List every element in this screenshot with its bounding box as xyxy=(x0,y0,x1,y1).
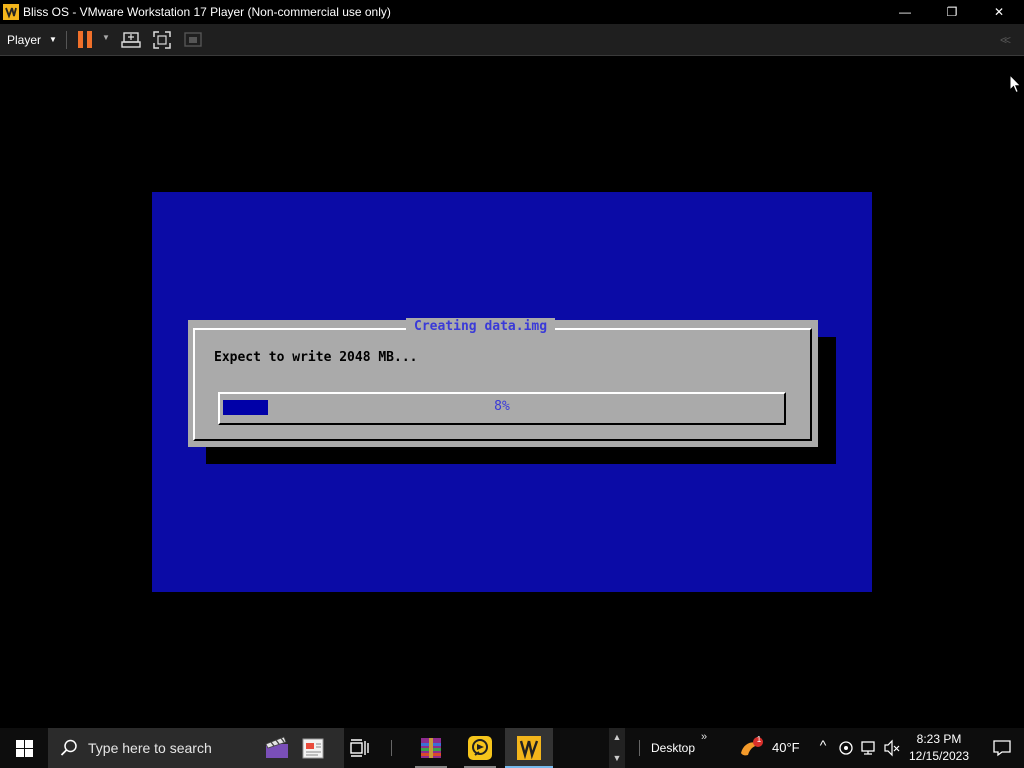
search-icon xyxy=(60,739,77,756)
progress-bar: 8% xyxy=(218,392,786,425)
player-menu-button[interactable]: Player ▼ xyxy=(0,24,62,55)
taskbar-divider xyxy=(391,740,392,756)
winrar-icon xyxy=(421,738,441,758)
close-icon: ✕ xyxy=(993,5,1005,19)
search-highlight-document-icon xyxy=(302,738,324,759)
taskbar-app-winrar[interactable] xyxy=(407,728,455,768)
camera-icon[interactable] xyxy=(838,739,854,757)
yellow-app-icon xyxy=(468,736,492,760)
minimize-icon: — xyxy=(899,5,911,19)
toolbar-divider xyxy=(66,31,67,49)
close-button[interactable]: ✕ xyxy=(976,0,1022,24)
search-highlight-clapper-icon xyxy=(265,736,288,758)
network-icon[interactable] xyxy=(861,739,877,757)
restore-icon: ❐ xyxy=(946,5,958,19)
unity-mode-icon[interactable] xyxy=(183,30,203,50)
minimize-button[interactable]: — xyxy=(882,0,928,24)
chevron-down-icon: ▼ xyxy=(49,35,57,44)
windows-taskbar: Type here to search ▲ ▼ Desktop » 1 40°F… xyxy=(0,728,1024,768)
pause-icon-bar-left xyxy=(78,31,83,48)
vmware-app-icon xyxy=(3,4,19,20)
vm-display-area[interactable]: Creating data.img Expect to write 2048 M… xyxy=(0,56,1024,728)
power-options-dropdown[interactable]: ▼ xyxy=(102,33,110,42)
clock-time: 8:23 PM xyxy=(916,732,962,746)
system-clock[interactable]: 8:23 PM 12/15/2023 xyxy=(902,731,976,765)
clock-date: 12/15/2023 xyxy=(908,749,970,763)
mouse-pointer-icon xyxy=(1009,74,1021,94)
collapse-toolbar-icon[interactable]: << xyxy=(1000,33,1011,47)
task-view-icon xyxy=(350,739,369,757)
vmware-player-icon xyxy=(517,736,541,760)
restore-button[interactable]: ❐ xyxy=(929,0,975,24)
window-title: Bliss OS - VMware Workstation 17 Player … xyxy=(23,5,391,19)
taskbar-divider xyxy=(639,740,640,756)
send-ctrl-alt-del-icon[interactable] xyxy=(121,30,141,50)
pause-button[interactable] xyxy=(76,31,96,49)
taskbar-app-vmware-player[interactable] xyxy=(505,728,553,768)
windows-logo-icon xyxy=(15,739,33,757)
pause-icon-bar-right xyxy=(87,31,92,48)
window-titlebar[interactable]: Bliss OS - VMware Workstation 17 Player … xyxy=(0,0,1024,24)
scroll-up-icon[interactable]: ▲ xyxy=(609,728,625,742)
scroll-down-icon[interactable]: ▼ xyxy=(609,742,625,763)
notification-icon xyxy=(993,740,1011,757)
search-placeholder: Type here to search xyxy=(88,740,212,756)
fullscreen-icon[interactable] xyxy=(152,30,172,50)
player-menu-label: Player xyxy=(7,32,42,47)
weather-badge: 1 xyxy=(756,735,762,744)
taskbar-toolbar-scroller[interactable]: ▲ ▼ xyxy=(609,728,625,768)
progress-percent-label: 8% xyxy=(494,399,510,414)
show-hidden-icons-icon[interactable]: ^ xyxy=(815,737,831,755)
dialog-title: Creating data.img xyxy=(406,318,556,336)
start-button[interactable] xyxy=(0,728,48,768)
player-toolbar: Player ▼ ▼ << xyxy=(0,24,1024,56)
notifications-button[interactable] xyxy=(980,728,1024,768)
task-view-button[interactable] xyxy=(336,728,384,768)
taskbar-search-box[interactable]: Type here to search xyxy=(48,728,344,768)
dialog-message: Expect to write 2048 MB... xyxy=(214,350,418,365)
installer-dialog: Creating data.img Expect to write 2048 M… xyxy=(188,318,818,447)
desktop-toolbar-label[interactable]: Desktop xyxy=(651,740,695,756)
chevron-right-icon[interactable]: » xyxy=(701,731,707,743)
weather-temperature[interactable]: 40°F xyxy=(772,740,800,756)
volume-muted-icon[interactable] xyxy=(884,739,900,757)
vm-console-screen[interactable]: Creating data.img Expect to write 2048 M… xyxy=(152,192,872,592)
taskbar-app-yellow[interactable] xyxy=(456,728,504,768)
